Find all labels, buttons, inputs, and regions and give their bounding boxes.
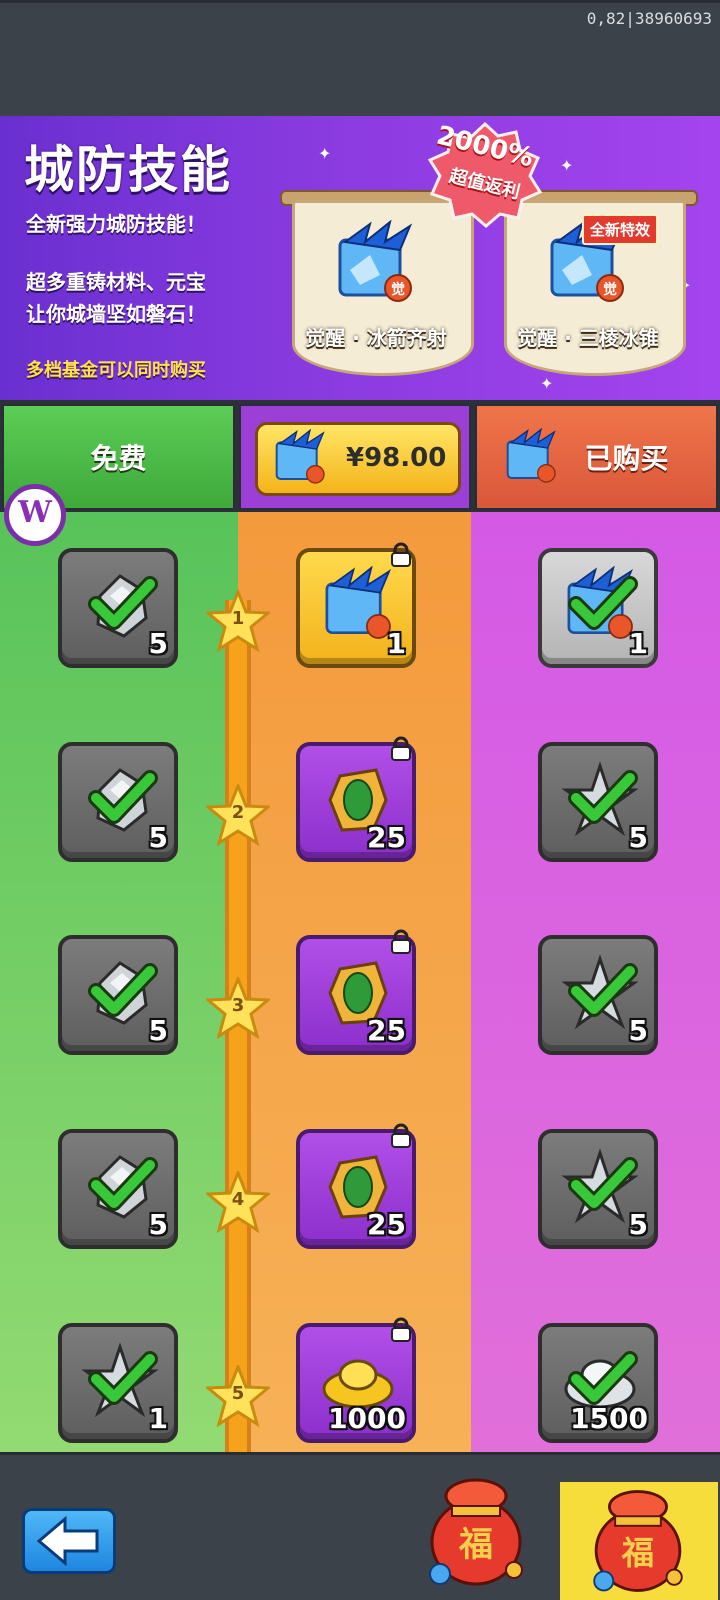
watermark-logo: W: [4, 484, 66, 546]
lock-icon: [390, 542, 412, 568]
ice-arrow-skill-icon: 觉: [338, 220, 413, 302]
lock-icon: [390, 1123, 412, 1149]
svg-text:福: 福: [621, 1534, 654, 1572]
reward-quantity: 1000: [328, 1402, 406, 1435]
checkmark-icon: [568, 1157, 638, 1211]
level-star-3: 3: [204, 974, 272, 1040]
level-star-5: 5: [204, 1362, 272, 1428]
premium-reward-1[interactable]: 1: [538, 548, 658, 668]
level-star-2: 2: [204, 781, 272, 847]
reward-quantity: 5: [628, 1014, 648, 1047]
banner-subtitle: 全新强力城防技能！: [26, 212, 206, 236]
reward-quantity: 5: [148, 627, 168, 660]
free-reward-4[interactable]: 5: [58, 1129, 178, 1249]
tab-purchase[interactable]: ¥98.00: [239, 404, 471, 510]
tab-free-label: 免费: [90, 442, 147, 475]
sparkle-icon: ✦: [318, 144, 332, 163]
premium-reward-3[interactable]: 5: [538, 935, 658, 1055]
lock-icon: [390, 736, 412, 762]
debug-readout: 0,82|38960693: [586, 9, 712, 28]
skill-caption-1: 觉醒 · 冰箭齐射: [305, 326, 447, 350]
skill-scroll-icon: [506, 428, 556, 483]
checkmark-icon: [88, 1157, 158, 1211]
back-button[interactable]: [22, 1508, 116, 1574]
purchase-button[interactable]: ¥98.00: [255, 422, 461, 496]
event-banner: 城防技能 全新强力城防技能！ 超多重铸材料、元宝 让你城墙坚如磐石！ 多档基金可…: [0, 116, 720, 406]
checkmark-icon: [88, 770, 158, 824]
checkmark-icon: [568, 770, 638, 824]
free-reward-1[interactable]: 5: [58, 548, 178, 668]
reward-quantity: 25: [367, 1208, 406, 1241]
promo-badge: 2000% 超值返利: [420, 118, 550, 228]
checkmark-icon: [568, 576, 638, 630]
tier-tabs: 免费 ¥98.00 已购买: [0, 400, 720, 512]
premium-reward-2[interactable]: 5: [538, 742, 658, 862]
skill-badge: 觉: [391, 281, 405, 298]
level-number: 3: [231, 995, 245, 1016]
reward-quantity: 5: [148, 1208, 168, 1241]
level-number: 1: [231, 608, 245, 629]
svg-text:福: 福: [458, 1525, 493, 1565]
free-reward-5[interactable]: 1: [58, 1323, 178, 1443]
checkmark-icon: [88, 1351, 158, 1405]
skill-badge: 觉: [603, 281, 617, 298]
checkmark-icon: [568, 963, 638, 1017]
reward-quantity: 1: [628, 627, 648, 660]
level-star-4: 4: [204, 1168, 272, 1234]
reward-quantity: 5: [148, 821, 168, 854]
lock-icon: [390, 929, 412, 955]
free-reward-2[interactable]: 5: [58, 742, 178, 862]
level-number: 4: [231, 1189, 245, 1210]
reward-quantity: 25: [367, 821, 406, 854]
free-reward-3[interactable]: 5: [58, 935, 178, 1055]
banner-note: 多档基金可以同时购买: [26, 360, 206, 381]
level-star-1: 1: [204, 587, 272, 653]
nav-treasure-bag-2-active[interactable]: 福: [560, 1482, 718, 1600]
level-number: 5: [231, 1383, 245, 1404]
reward-quantity: 5: [628, 821, 648, 854]
reward-quantity: 5: [148, 1014, 168, 1047]
reward-quantity: 5: [628, 1208, 648, 1241]
checkmark-icon: [568, 1351, 638, 1405]
banner-title: 城防技能: [24, 141, 232, 199]
treasure-bag-icon: 福: [593, 1490, 683, 1592]
tab-purchased-label: 已购买: [584, 442, 669, 475]
reward-quantity: 1: [386, 627, 406, 660]
tab-purchased[interactable]: 已购买: [475, 404, 718, 510]
reward-quantity: 1: [148, 1402, 168, 1435]
reward-quantity: 25: [367, 1014, 406, 1047]
reward-quantity: 1500: [570, 1402, 648, 1435]
new-effect-badge: 全新特效: [582, 214, 659, 245]
price-label: ¥98.00: [346, 443, 447, 473]
skill-caption-2: 觉醒 · 三棱冰锥: [517, 326, 659, 350]
skill-scroll-icon: [275, 429, 325, 484]
level-number: 2: [231, 802, 245, 823]
banner-description: 超多重铸材料、元宝 让你城墙坚如磐石！: [26, 270, 206, 326]
top-status-bar: 0,82|38960693: [0, 0, 720, 116]
treasure-bag-icon: 福: [429, 1478, 523, 1586]
lock-icon: [390, 1317, 412, 1343]
nav-treasure-bag-1[interactable]: 福: [418, 1470, 534, 1594]
sparkle-icon: ✦: [560, 156, 574, 175]
premium-reward-5[interactable]: 1500: [538, 1323, 658, 1443]
checkmark-icon: [88, 963, 158, 1017]
premium-reward-4[interactable]: 5: [538, 1129, 658, 1249]
checkmark-icon: [88, 576, 158, 630]
back-arrow-icon: [36, 1515, 99, 1567]
